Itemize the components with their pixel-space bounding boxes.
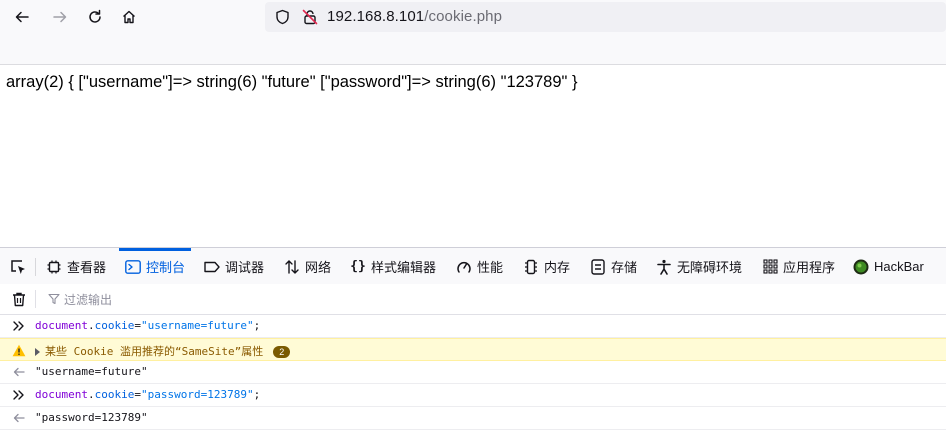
hackbar-icon (853, 259, 869, 275)
code-string: "username=future" (140, 319, 254, 332)
code-string: "password=123789" (140, 388, 254, 401)
tab-label: 查看器 (67, 260, 107, 275)
warning-icon (11, 342, 27, 358)
accessibility-icon (656, 259, 672, 275)
style-editor-icon: {} (350, 259, 366, 274)
tab-memory[interactable]: 内存 (523, 248, 570, 285)
tab-network[interactable]: 网络 (284, 248, 331, 285)
console-input-row[interactable]: document.cookie="password=123789"; (0, 384, 946, 407)
console-warning-row[interactable]: 某些 Cookie 滥用推荐的“SameSite”属性 2 (0, 338, 946, 361)
tab-label: 样式编辑器 (371, 260, 437, 275)
storage-icon (590, 258, 606, 275)
url-text[interactable]: 192.168.8.101/cookie.php (327, 8, 502, 25)
result-string: "password=123789" (35, 411, 148, 424)
tab-accessibility[interactable]: 无障碍环境 (656, 248, 742, 285)
element-picker-icon[interactable] (9, 258, 27, 276)
tab-performance[interactable]: 性能 (456, 248, 503, 285)
tab-label: 无障碍环境 (677, 260, 743, 275)
home-button[interactable] (116, 4, 142, 30)
code-semicolon: ; (253, 319, 261, 332)
devtools-tabbar: 查看器 控制台 调试器 网络 {} 样式编辑器 性能 内存 存储 无障碍环境 应… (0, 247, 946, 286)
code-semicolon: ; (253, 388, 261, 401)
devtools-panel: 查看器 控制台 调试器 网络 {} 样式编辑器 性能 内存 存储 无障碍环境 应… (0, 247, 946, 431)
code-dot: . (87, 319, 95, 332)
url-host: 192.168.8.101 (327, 8, 425, 25)
expand-caret-icon[interactable] (35, 348, 40, 356)
tab-application[interactable]: 应用程序 (762, 248, 835, 285)
network-icon (284, 259, 300, 275)
tab-label: 调试器 (225, 260, 265, 275)
tab-label: 应用程序 (783, 260, 836, 275)
browser-toolbar: 192.168.8.101/cookie.php (0, 0, 946, 65)
result-arrow-icon (11, 364, 27, 380)
tab-inspector[interactable]: 查看器 (46, 248, 106, 285)
tab-label: 存储 (611, 260, 638, 275)
code-object: document (35, 319, 88, 332)
page-output: array(2) { ["username"]=> string(6) "fut… (6, 73, 578, 91)
shield-icon[interactable] (273, 8, 291, 26)
memory-icon (523, 259, 539, 275)
code-property: cookie (94, 319, 135, 332)
warning-count-badge: 2 (273, 346, 291, 358)
console-result-row[interactable]: "username=future" (0, 361, 946, 384)
reload-button[interactable] (82, 4, 108, 30)
filter-output-input[interactable] (46, 287, 946, 313)
result-arrow-icon (11, 410, 27, 426)
reload-icon (89, 9, 101, 23)
tab-console[interactable]: 控制台 (118, 248, 192, 285)
code-property: cookie (94, 388, 135, 401)
tab-hackbar[interactable]: HackBar (853, 248, 924, 285)
forward-arrow-icon (53, 11, 67, 23)
input-chevron-icon (11, 387, 27, 403)
debugger-icon (204, 259, 220, 275)
console-result-row[interactable]: "password=123789" (0, 407, 946, 430)
forward-button[interactable] (47, 4, 73, 30)
result-string: "username=future" (35, 365, 148, 378)
console-icon (125, 259, 141, 275)
tab-label: 网络 (305, 260, 332, 275)
insecure-lock-icon[interactable] (301, 8, 319, 26)
back-arrow-icon (15, 11, 29, 23)
tab-storage[interactable]: 存储 (590, 248, 637, 285)
tab-label: HackBar (874, 259, 924, 274)
home-icon (123, 10, 135, 24)
application-icon (762, 259, 778, 275)
warning-text: 某些 Cookie 滥用推荐的“SameSite”属性 (45, 345, 264, 358)
inspector-icon (46, 259, 62, 275)
filter-separator (35, 290, 36, 308)
console-filterbar (0, 284, 946, 315)
back-button[interactable] (9, 4, 35, 30)
input-chevron-icon (11, 318, 27, 334)
code-dot: . (87, 388, 95, 401)
code-equals: = (134, 388, 141, 401)
code-object: document (35, 388, 88, 401)
tab-label: 控制台 (146, 260, 186, 275)
trash-icon[interactable] (11, 291, 27, 307)
performance-icon (456, 259, 472, 275)
console-input-row[interactable]: document.cookie="username=future"; (0, 315, 946, 338)
url-bar[interactable]: 192.168.8.101/cookie.php (265, 2, 946, 32)
tab-style-editor[interactable]: {} 样式编辑器 (350, 248, 436, 285)
url-path: /cookie.php (424, 8, 503, 25)
tab-debugger[interactable]: 调试器 (204, 248, 264, 285)
tab-separator (35, 258, 36, 276)
tab-label: 性能 (477, 260, 504, 275)
code-equals: = (134, 319, 141, 332)
console-output: document.cookie="username=future"; 某些 Co… (0, 315, 946, 430)
tab-label: 内存 (544, 260, 571, 275)
